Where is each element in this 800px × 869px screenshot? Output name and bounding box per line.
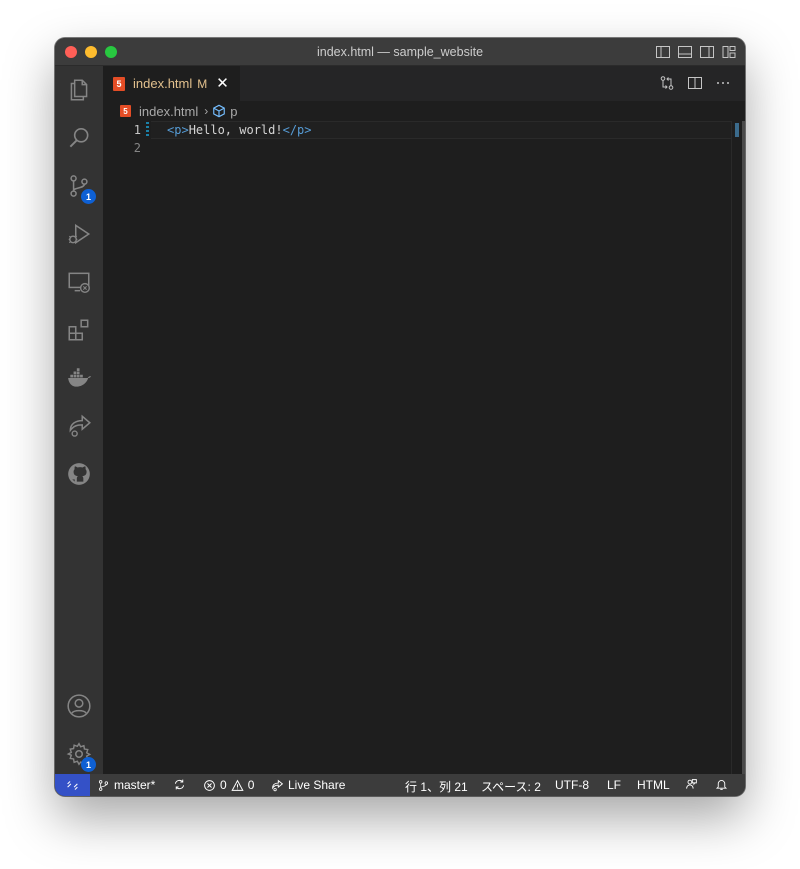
- remote-explorer-icon: [68, 272, 90, 293]
- indentation-status[interactable]: スペース: 2: [481, 778, 541, 795]
- toggle-panel-icon[interactable]: [677, 44, 693, 60]
- live-share-label: Live Share: [288, 778, 346, 792]
- extensions-icon: [68, 319, 89, 341]
- feedback-icon: [686, 779, 697, 789]
- activity-search[interactable]: [55, 114, 103, 162]
- eol-status[interactable]: LF: [607, 778, 621, 792]
- branch-status[interactable]: master*: [97, 778, 155, 792]
- html-text: Hello, world!: [188, 123, 283, 137]
- github-icon: [68, 463, 90, 485]
- source-control-badge: 1: [81, 189, 96, 204]
- html-open-tag: <p>: [167, 123, 189, 137]
- problems-status[interactable]: 0 0: [203, 778, 254, 792]
- activity-github[interactable]: [55, 450, 103, 498]
- toggle-secondary-sidebar-icon[interactable]: [699, 44, 715, 60]
- search-icon: [69, 127, 89, 148]
- html-close-tag: </p>: [282, 123, 312, 137]
- code-editor[interactable]: 1 2 <p>Hello, world!</p>: [103, 121, 745, 774]
- warning-icon: [231, 779, 244, 791]
- editor-actions: [659, 75, 731, 91]
- line-number: 1: [133, 123, 141, 137]
- manage-badge: 1: [81, 757, 96, 772]
- close-tab-icon[interactable]: ✕: [216, 76, 229, 91]
- vscode-window: index.html — sample_website 1 1 5 index.…: [55, 38, 745, 796]
- cursor-position[interactable]: 行 1、列 21: [405, 778, 468, 795]
- symbol-element-icon: [212, 104, 226, 118]
- activity-manage[interactable]: 1: [55, 730, 103, 778]
- status-bar: master* 0 0 Live Share 行 1、列 21 スペース: 2 …: [55, 774, 745, 796]
- html5-icon: 5: [120, 105, 131, 117]
- bell-icon: [715, 780, 728, 790]
- activity-explorer[interactable]: [55, 66, 103, 114]
- activity-bar: 1 1: [55, 66, 103, 774]
- live-share-icon: [69, 414, 91, 437]
- activity-run-debug[interactable]: [55, 210, 103, 258]
- error-icon: [204, 779, 215, 791]
- scrollbar-edge: [742, 121, 745, 774]
- split-editor-icon[interactable]: [687, 75, 703, 91]
- activity-extensions[interactable]: [55, 306, 103, 354]
- breadcrumb-file[interactable]: index.html: [139, 104, 198, 119]
- indentation-text: スペース: 2: [481, 780, 541, 794]
- git-branch-icon: [98, 779, 109, 791]
- tab-label: index.html: [133, 76, 193, 91]
- feedback-button[interactable]: [685, 778, 698, 791]
- language-mode-status[interactable]: HTML: [637, 778, 670, 792]
- account-icon: [67, 694, 91, 718]
- remote-icon: [67, 780, 78, 790]
- layout-controls: [655, 44, 737, 60]
- breadcrumb-separator: ›: [204, 104, 209, 118]
- sync-status[interactable]: [173, 778, 186, 791]
- open-changes-icon[interactable]: [659, 75, 675, 91]
- activity-live-share[interactable]: [55, 402, 103, 450]
- encoding-status[interactable]: UTF-8: [555, 778, 589, 792]
- more-actions-icon[interactable]: [715, 75, 731, 91]
- breadcrumb: 5 index.html › p: [103, 101, 745, 121]
- language-text: HTML: [637, 778, 670, 792]
- run-debug-icon: [68, 223, 91, 245]
- code-line: <p>Hello, world!</p>: [167, 123, 312, 137]
- files-icon: [70, 79, 88, 101]
- warning-count: 0: [247, 778, 255, 792]
- docker-icon: [68, 368, 91, 387]
- html5-icon: 5: [113, 76, 125, 91]
- modified-indicator: M: [197, 76, 208, 91]
- activity-accounts[interactable]: [55, 682, 103, 730]
- encoding-text: UTF-8: [555, 778, 589, 792]
- activity-source-control[interactable]: 1: [55, 162, 103, 210]
- notifications-button[interactable]: [715, 778, 728, 791]
- git-modified-gutter-marker: [146, 122, 149, 138]
- eol-text: LF: [607, 778, 622, 792]
- overview-ruler-marker: [735, 123, 739, 137]
- branch-name: master*: [114, 778, 156, 792]
- error-count: 0: [220, 778, 227, 792]
- cursor-position-text: 行 1、列 21: [405, 780, 468, 794]
- editor-tabs: 5 index.html M ✕: [103, 66, 745, 101]
- live-share-icon: [272, 779, 284, 791]
- breadcrumb-symbol[interactable]: p: [230, 104, 237, 119]
- sync-icon: [174, 779, 185, 790]
- activity-docker[interactable]: [55, 354, 103, 402]
- tab-index-html[interactable]: 5 index.html M ✕: [103, 66, 240, 101]
- live-share-status[interactable]: Live Share: [271, 778, 345, 792]
- customize-layout-icon[interactable]: [721, 44, 737, 60]
- title-bar: index.html — sample_website: [55, 38, 745, 66]
- remote-indicator-button[interactable]: [55, 774, 90, 796]
- toggle-primary-sidebar-icon[interactable]: [655, 44, 671, 60]
- window-title: index.html — sample_website: [316, 45, 484, 59]
- activity-remote-explorer[interactable]: [55, 258, 103, 306]
- line-number: 2: [133, 141, 141, 155]
